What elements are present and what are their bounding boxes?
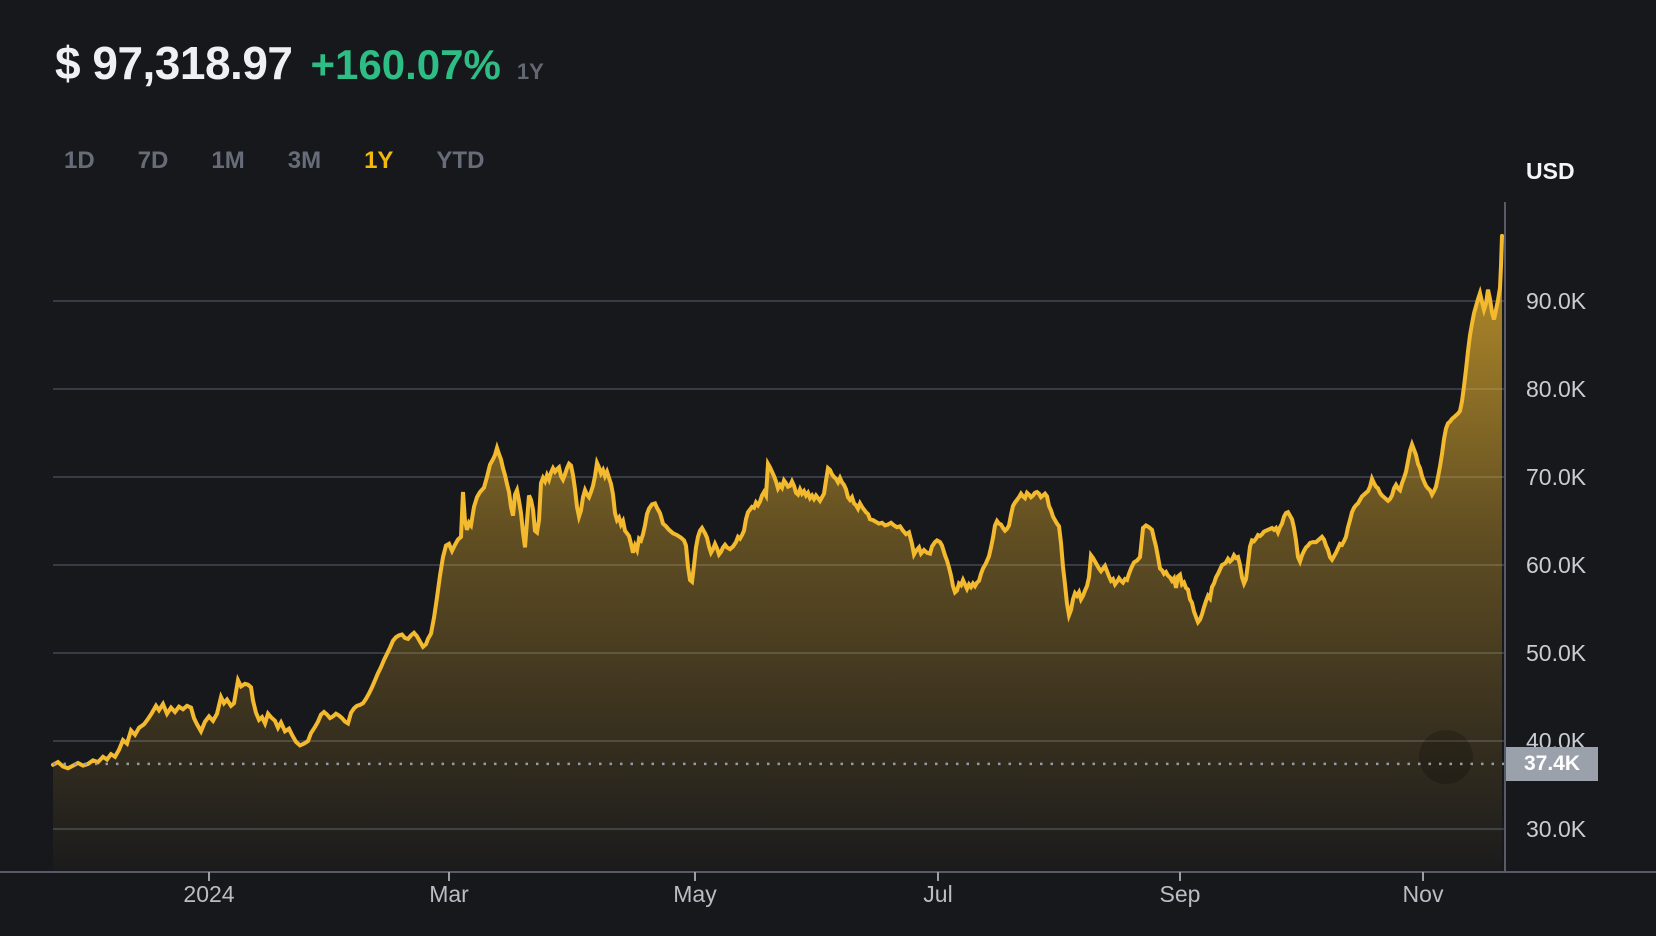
y-axis-label: 70.0K [1526, 463, 1616, 491]
y-axis-label: 30.0K [1526, 815, 1616, 843]
x-axis-label: Sep [1130, 881, 1230, 908]
x-axis-label: May [645, 881, 745, 908]
y-axis-label: 50.0K [1526, 639, 1616, 667]
x-axis-label: Jul [888, 881, 988, 908]
y-axis-label: 80.0K [1526, 375, 1616, 403]
baseline-price-badge: 37.4K [1506, 747, 1598, 781]
price-area-chart[interactable] [0, 0, 1656, 936]
y-axis-label: 90.0K [1526, 287, 1616, 315]
price-area-fill [53, 236, 1502, 872]
y-axis-label: 60.0K [1526, 551, 1616, 579]
watermark-logo [1419, 730, 1473, 784]
price-chart-app: $ 97,318.97 +160.07% 1Y 1D7D1M3M1YYTD US… [0, 0, 1656, 936]
x-axis-label: 2024 [159, 881, 259, 908]
x-axis-label: Nov [1373, 881, 1473, 908]
currency-label: USD [1526, 158, 1575, 185]
x-axis-label: Mar [399, 881, 499, 908]
x-axis-ticks [209, 872, 1423, 881]
